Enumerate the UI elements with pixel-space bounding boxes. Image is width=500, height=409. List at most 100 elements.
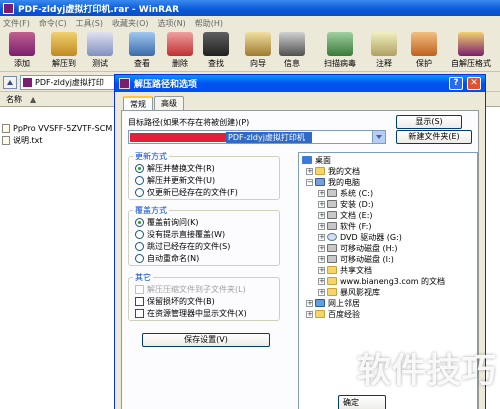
- protect-icon: [411, 32, 437, 56]
- tab-advanced[interactable]: 高级: [154, 96, 184, 110]
- radio-auto-rename[interactable]: 自动重命名(N): [135, 253, 199, 264]
- desktop-icon: [302, 156, 312, 164]
- show-button[interactable]: 显示(S): [396, 115, 462, 129]
- menu-tools[interactable]: 工具(S): [76, 18, 103, 29]
- checkbox-keep-broken[interactable]: 保留损坏的文件(B): [135, 296, 215, 307]
- menu-help[interactable]: 帮助(H): [195, 18, 223, 29]
- extract-to-button[interactable]: 解压到: [44, 32, 84, 70]
- tree-item-baofeng[interactable]: + 暴风影视库: [318, 287, 380, 297]
- radio-icon: [135, 164, 144, 173]
- view-icon: [129, 32, 155, 56]
- sort-arrow-icon: ▲: [30, 95, 37, 104]
- expand-icon[interactable]: +: [318, 288, 325, 296]
- ok-button[interactable]: 确定: [338, 395, 386, 409]
- folder-icon: [315, 310, 325, 318]
- misc-group: 其它 解压压缩文件到子文件夹(L) 保留损坏的文件(B) 在资源管理器中显示文件…: [128, 272, 280, 321]
- delete-button[interactable]: 删除: [160, 32, 200, 70]
- expand-icon[interactable]: +: [318, 255, 325, 263]
- tree-item-removable-i[interactable]: + 可移动磁盘 (I:): [318, 254, 394, 264]
- folder-icon: [327, 266, 337, 274]
- checkbox-show-in-explorer[interactable]: 在资源管理器中显示文件(X): [135, 308, 247, 319]
- radio-fresh-existing[interactable]: 仅更新已经存在的文件(F): [135, 187, 238, 198]
- expand-icon[interactable]: +: [318, 189, 325, 197]
- tree-item-desktop[interactable]: 桌面: [302, 155, 331, 165]
- add-archive-icon: [9, 32, 35, 56]
- radio-overwrite-silent[interactable]: 没有提示直接覆盖(W): [135, 229, 225, 240]
- tree-item-drive-f[interactable]: + 软件 (F:): [318, 221, 371, 231]
- list-item[interactable]: PpPro VVSFF-5ZVTF-SCM: [2, 123, 112, 134]
- protect-button[interactable]: 保护: [404, 32, 444, 70]
- menu-file[interactable]: 文件(F): [3, 18, 30, 29]
- radio-icon: [135, 230, 144, 239]
- radio-icon: [135, 218, 144, 227]
- find-button[interactable]: 查找: [196, 32, 236, 70]
- cd-icon: [327, 233, 337, 241]
- info-button[interactable]: 信息: [272, 32, 312, 70]
- up-folder-button[interactable]: [3, 76, 17, 89]
- view-button[interactable]: 查看: [122, 32, 162, 70]
- tree-item-dvd-g[interactable]: + DVD 驱动器 (G:): [318, 232, 402, 242]
- tree-item-shared-docs[interactable]: + 共享文档: [318, 265, 372, 275]
- address-field[interactable]: PDF-zldyj虚拟打印: [20, 75, 120, 90]
- watermark-text: 软件技巧: [357, 351, 497, 391]
- menu-bar: 文件(F) 命令(C) 工具(S) 收藏夹(O) 选项(N) 帮助(H): [0, 16, 500, 30]
- main-title-bar: PDF-zldyj虚拟打印机.rar - WinRAR: [0, 0, 500, 16]
- file-icon: [2, 124, 10, 133]
- help-button[interactable]: ?: [449, 77, 463, 90]
- sfx-button[interactable]: 自解压格式: [444, 32, 498, 70]
- virus-scan-button[interactable]: 扫描病毒: [316, 32, 364, 70]
- expand-icon[interactable]: +: [318, 266, 325, 274]
- drive-icon: [327, 222, 337, 230]
- close-button[interactable]: ✕: [467, 77, 481, 90]
- update-mode-group: 更新方式 解压并替换文件(R) 解压并更新文件(U) 仅更新已经存在的文件(F): [128, 151, 280, 200]
- list-item[interactable]: 说明.txt: [2, 135, 43, 146]
- menu-favorites[interactable]: 收藏夹(O): [112, 18, 149, 29]
- binoculars-icon: [203, 32, 229, 56]
- tab-general[interactable]: 常规: [123, 96, 153, 111]
- expand-icon[interactable]: +: [318, 211, 325, 219]
- dest-path-combobox[interactable]: PDF-zldyj虚拟打印机: [128, 130, 386, 144]
- info-icon: [279, 32, 305, 56]
- comment-button[interactable]: 注释: [364, 32, 404, 70]
- drive-icon: [327, 189, 337, 197]
- text-file-icon: [2, 136, 10, 145]
- radio-icon: [135, 242, 144, 251]
- new-folder-button[interactable]: 新建文件夹(E): [396, 130, 472, 144]
- radio-ask-overwrite[interactable]: 覆盖前询问(K): [135, 217, 199, 228]
- expand-icon[interactable]: +: [306, 310, 313, 318]
- expand-icon[interactable]: +: [306, 299, 313, 307]
- expand-icon[interactable]: +: [318, 200, 325, 208]
- toolbar: 添加 解压到 测试 查看 删除 查找 向导 信息 扫描病毒 注释 保护 自解压格…: [0, 30, 500, 72]
- test-icon: [87, 32, 113, 56]
- tree-item-baidu[interactable]: + 百度经验: [306, 309, 360, 319]
- tree-item-drive-e[interactable]: + 文档 (E:): [318, 210, 373, 220]
- network-icon: [315, 299, 325, 307]
- removable-icon: [327, 255, 337, 263]
- sfx-icon: [458, 32, 484, 56]
- expand-icon[interactable]: +: [306, 167, 313, 175]
- tree-item-computer[interactable]: − 我的电脑: [306, 177, 360, 187]
- tree-item-drive-c[interactable]: + 系统 (C:): [318, 188, 373, 198]
- expand-icon[interactable]: +: [318, 244, 325, 252]
- save-settings-button[interactable]: 保存设置(V): [142, 333, 270, 347]
- tree-item-removable-h[interactable]: + 可移动磁盘 (H:): [318, 243, 398, 253]
- tree-item-user-docs[interactable]: + www.bianeng3.com 的文档: [318, 276, 445, 286]
- tree-item-drive-d[interactable]: + 安装 (D:): [318, 199, 374, 209]
- expand-icon[interactable]: +: [318, 222, 325, 230]
- folder-icon: [327, 288, 337, 296]
- menu-options[interactable]: 选项(N): [158, 18, 186, 29]
- test-button[interactable]: 测试: [80, 32, 120, 70]
- checkbox-extract-subfolder[interactable]: 解压压缩文件到子文件夹(L): [135, 284, 246, 295]
- add-button[interactable]: 添加: [2, 32, 42, 70]
- tree-item-network[interactable]: + 网上邻居: [306, 298, 360, 308]
- radio-skip-existing[interactable]: 跳过已经存在的文件(S): [135, 241, 230, 252]
- tree-item-documents[interactable]: + 我的文档: [306, 166, 360, 176]
- dropdown-arrow-icon[interactable]: [372, 131, 385, 143]
- menu-command[interactable]: 命令(C): [39, 18, 67, 29]
- overwrite-mode-group: 覆盖方式 覆盖前询问(K) 没有提示直接覆盖(W) 跳过已经存在的文件(S) 自…: [128, 205, 280, 266]
- collapse-icon[interactable]: −: [306, 178, 313, 186]
- expand-icon[interactable]: +: [318, 233, 325, 241]
- radio-extract-replace[interactable]: 解压并替换文件(R): [135, 163, 215, 174]
- expand-icon[interactable]: +: [318, 277, 325, 285]
- radio-extract-update[interactable]: 解压并更新文件(U): [135, 175, 215, 186]
